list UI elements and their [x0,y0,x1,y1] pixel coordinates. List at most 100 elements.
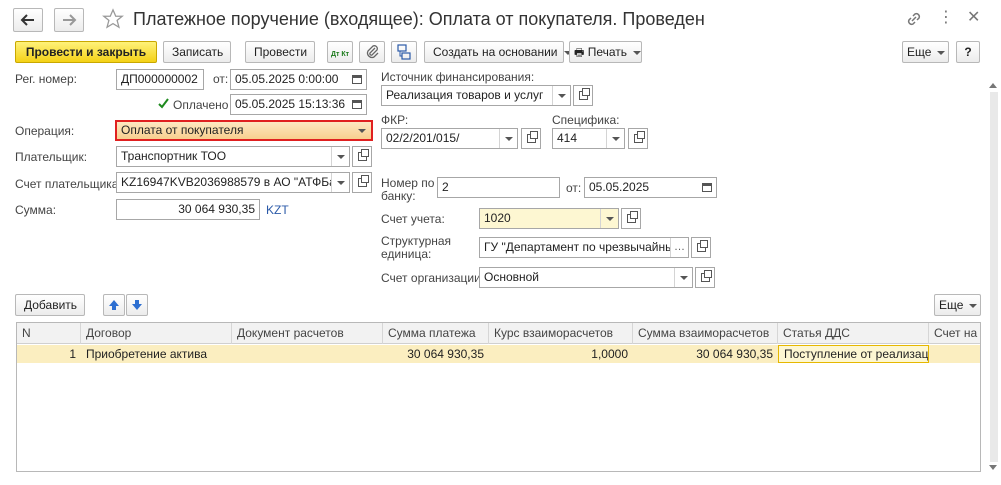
sum-field[interactable]: 30 064 930,35 [116,199,260,220]
open-icon [357,149,369,161]
struct-unit-label: Структурная единица: [381,234,452,261]
account-label: Счет учета: [381,212,445,226]
org-account-open-button[interactable] [695,267,715,288]
link-icon[interactable] [905,10,923,28]
operation-label: Операция: [15,124,75,138]
payments-table[interactable]: N Договор Документ расчетов Сумма платеж… [16,322,981,472]
spec-open-button[interactable] [628,128,648,149]
open-icon [357,175,369,187]
star-icon[interactable] [102,8,124,30]
help-button[interactable]: ? [956,41,980,63]
column-header[interactable]: Курс взаиморасчетов [489,323,633,344]
open-icon [626,211,638,223]
table-cell[interactable]: Поступление от реализац... [778,345,929,363]
dt-kt-button[interactable]: Дт Кт [327,41,353,63]
open-icon [700,270,712,282]
payer-field[interactable]: Транспортник ТОО [116,146,350,167]
scroll-down-arrow[interactable] [989,465,997,470]
create-based-on-button[interactable]: Создать на основании [424,41,572,63]
bank-number-field[interactable]: 2 [437,177,560,198]
back-button[interactable] [13,8,43,32]
bank-number-label: Номер по банку: [381,176,435,203]
table-cell[interactable]: 30 064 930,35 [633,345,778,363]
struct-unit-open-button[interactable] [691,237,711,258]
scroll-up-arrow[interactable] [989,83,997,88]
fin-source-field[interactable]: Реализация товаров и услуг [381,85,571,106]
payer-label: Плательщик: [15,150,88,164]
arrow-right-icon [63,14,77,26]
table-more-button[interactable]: Еще [934,294,981,316]
move-down-button[interactable] [126,294,148,316]
column-header[interactable]: Счет на о [929,323,980,344]
payer-account-label: Счет плательщика: [15,177,122,191]
struct-unit-field[interactable]: ГУ "Департамент по чрезвычайным … [479,237,689,258]
structure-button[interactable] [391,41,417,63]
org-account-field[interactable]: Основной [479,267,693,288]
attach-button[interactable] [359,41,385,63]
account-open-button[interactable] [621,208,641,229]
chevron-down-icon [633,50,642,55]
table-cell[interactable] [929,345,980,363]
calendar-icon [352,100,362,109]
table-row[interactable]: 1 Приобретение актива 30 064 930,35 1,00… [17,345,980,363]
payer-open-button[interactable] [352,146,372,167]
fin-source-open-button[interactable] [573,85,593,106]
table-cell[interactable]: Приобретение актива [81,345,232,363]
column-header[interactable]: Сумма взаиморасчетов [633,323,778,344]
chevron-down-icon [611,136,620,141]
table-header: N Договор Документ расчетов Сумма платеж… [17,323,980,344]
column-header[interactable]: Статья ДДС [778,323,929,344]
add-row-button[interactable]: Добавить [15,294,85,316]
print-button[interactable]: 🖶 Печать [569,41,642,63]
payer-account-open-button[interactable] [352,172,372,193]
printer-icon: 🖶 [574,47,585,59]
more-button[interactable]: Еще [902,41,949,63]
table-cell[interactable]: 1 [17,345,81,363]
arrow-up-icon [109,300,119,310]
checkbox-checked-icon[interactable] [157,97,170,110]
fkr-field[interactable]: 02/2/201/015/ [381,128,518,149]
paid-date-field[interactable]: 05.05.2025 15:13:36 [230,94,367,115]
more-vertical-icon[interactable]: ⋮ [938,9,954,27]
calendar-icon [352,75,362,84]
bank-date-field[interactable]: 05.05.2025 [584,177,717,198]
post-button[interactable]: Провести [245,41,315,63]
table-cell[interactable]: 30 064 930,35 [383,345,489,363]
table-cell[interactable] [232,345,383,363]
account-field[interactable]: 1020 [479,208,619,229]
open-icon [578,88,590,100]
chevron-down-icon [336,180,345,185]
post-and-close-button[interactable]: Провести и закрыть [15,41,157,63]
chevron-down-icon [605,216,614,221]
fkr-label: ФКР: [381,113,409,127]
org-account-label: Счет организации: [381,271,485,285]
vertical-scrollbar[interactable] [990,92,998,462]
sum-label: Сумма: [15,203,57,217]
operation-select[interactable]: Оплата от покупателя [115,120,373,141]
column-header[interactable]: N [17,323,81,344]
move-up-button[interactable] [103,294,125,316]
close-icon[interactable]: ✕ [967,8,980,28]
dt-kt-icon: Дт Кт [330,51,350,58]
fin-source-label: Источник финансирования: [381,70,535,84]
from-label: от: [213,72,229,86]
chevron-down-icon [358,128,366,133]
arrow-down-icon [132,300,142,310]
column-header[interactable]: Договор [81,323,232,344]
paid-label: Оплачено [173,98,229,112]
column-header[interactable]: Документ расчетов [232,323,383,344]
save-button[interactable]: Записать [163,41,231,63]
reg-number-field[interactable]: ДП000000002 [116,69,204,90]
chevron-down-icon [969,303,978,308]
payer-account-field[interactable]: KZ16947KVB2036988579 в АО "АТФБанк" [116,172,350,193]
spec-field[interactable]: 414 [552,128,625,149]
currency-link[interactable]: KZT [266,203,289,217]
chevron-down-icon [504,136,513,141]
chevron-down-icon [679,275,688,280]
chevron-down-icon [557,93,566,98]
fkr-open-button[interactable] [521,128,541,149]
table-cell[interactable]: 1,0000 [489,345,633,363]
column-header[interactable]: Сумма платежа [383,323,489,344]
forward-button[interactable] [54,8,84,32]
reg-date-field[interactable]: 05.05.2025 0:00:00 [230,69,367,90]
